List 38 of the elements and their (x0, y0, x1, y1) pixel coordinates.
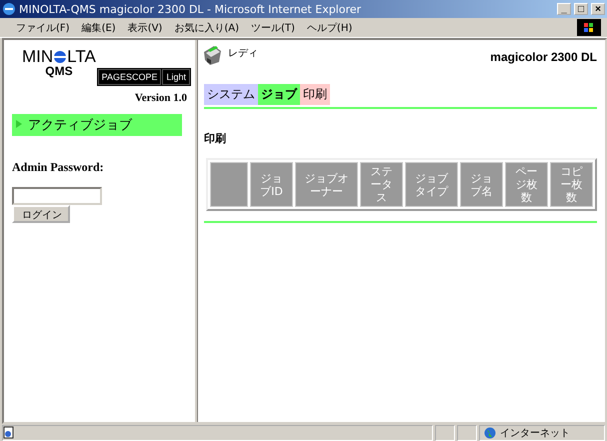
browser-icon (2, 2, 16, 16)
column-header: コピー枚数 (550, 162, 593, 207)
column-header: ジョブ名 (460, 162, 503, 207)
password-label: Admin Password: (12, 160, 105, 175)
triangle-icon (16, 120, 22, 130)
password-field[interactable] (12, 187, 102, 205)
minimize-button[interactable]: _ (557, 3, 571, 15)
column-header: ページ枚数 (505, 162, 548, 207)
menu-item[interactable]: ツール(T) (251, 20, 295, 34)
model-name: magicolor 2300 DL (490, 50, 597, 64)
version-label: Version 1.0 (134, 92, 187, 104)
column-header: ジョブオーナー (295, 162, 358, 207)
product-badge: PAGESCOPE Light (96, 68, 191, 86)
globe-icon (484, 426, 496, 438)
column-header: ジョブID (250, 162, 293, 207)
section-heading: 印刷 (204, 131, 227, 146)
logo-circle-icon (53, 50, 68, 64)
status-text: レディ (228, 47, 258, 60)
menu-item[interactable]: 表示(V) (128, 20, 162, 34)
close-button[interactable]: × (591, 3, 605, 15)
column-header: ジョブタイプ (405, 162, 458, 207)
tab[interactable]: 印刷 (300, 84, 330, 105)
maximize-button[interactable]: □ (574, 3, 588, 15)
logo-text: MIN (22, 48, 54, 65)
login-button[interactable]: ログイン (12, 205, 70, 223)
menu-item[interactable]: ファイル(F) (16, 20, 70, 34)
windows-logo-icon (577, 19, 601, 36)
column-header: ステータス (360, 162, 403, 207)
menu-item[interactable]: お気に入り(A) (174, 20, 239, 34)
zone-label: インターネット (500, 426, 570, 440)
logo-subtext: QMS (45, 65, 73, 78)
window-title: MINOLTA-QMS magicolor 2300 DL - Microsoft Internet Explorer (19, 2, 362, 16)
tab[interactable]: ジョブ (258, 84, 300, 105)
logo-text: LTA (67, 48, 96, 65)
menu-item[interactable]: 編集(E) (82, 20, 116, 34)
menu-item[interactable]: ヘルプ(H) (306, 20, 352, 34)
sidebar-item[interactable]: アクティブジョブ (12, 114, 182, 136)
tab[interactable]: システム (204, 84, 258, 105)
